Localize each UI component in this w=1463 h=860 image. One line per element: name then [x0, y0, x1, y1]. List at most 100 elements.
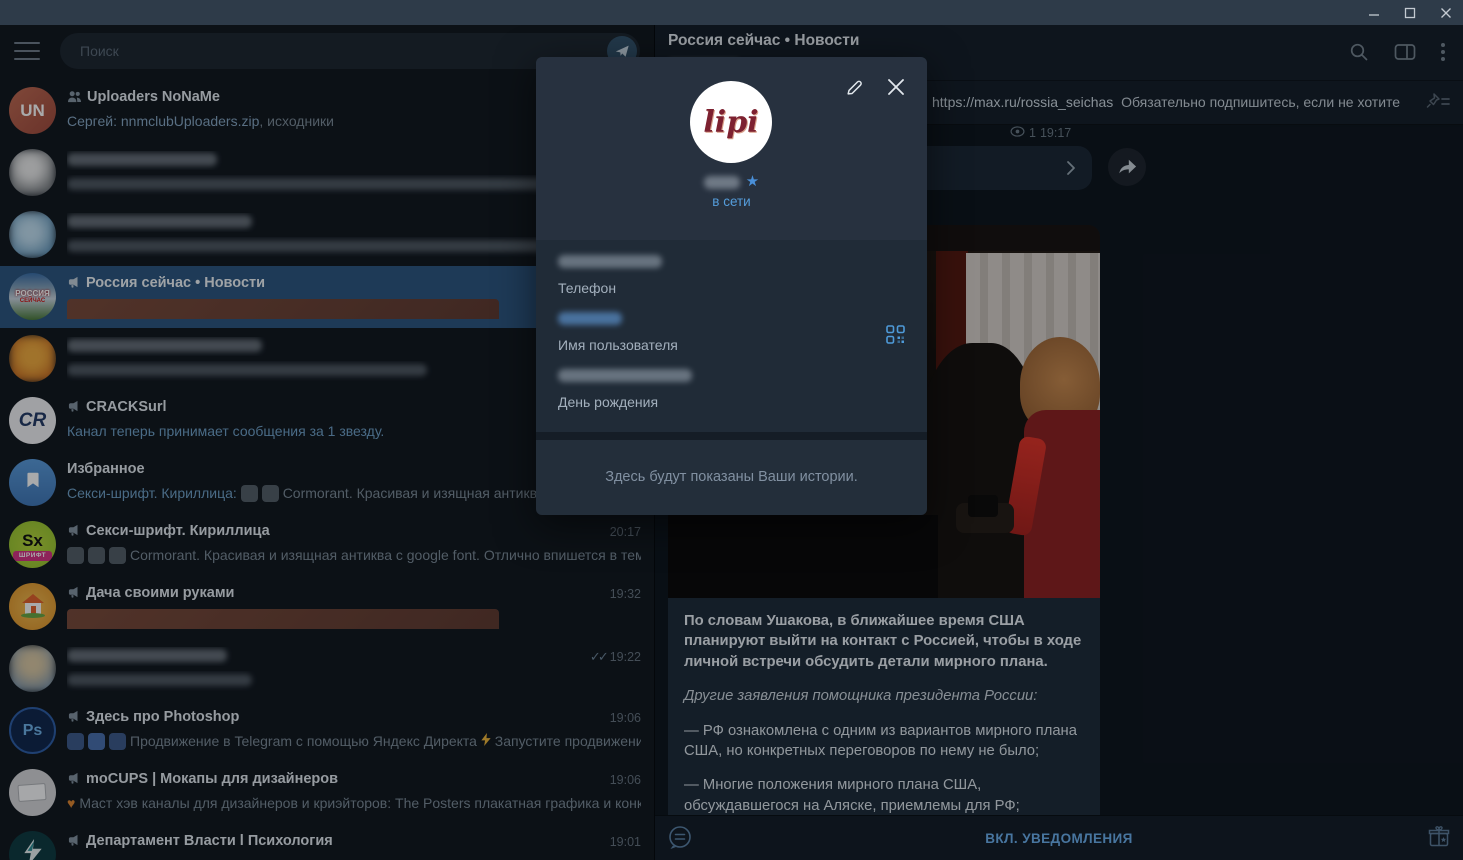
avatar	[9, 831, 56, 860]
chat-preview: Сергей: nnmclubUploaders.zip	[67, 113, 260, 129]
chat-title: Россия сейчас • Новости	[668, 32, 860, 49]
profile-avatar[interactable]: lipi	[690, 81, 772, 163]
views-count: 1	[1029, 126, 1036, 140]
online-status: в сети	[712, 194, 751, 209]
chat-name: Россия сейчас • Новости	[86, 275, 266, 291]
qr-code-icon[interactable]	[886, 325, 905, 349]
post-paragraph: — Многие положения мирного плана США, об…	[684, 777, 1020, 814]
birthday-value-blurred	[558, 369, 692, 383]
unmute-button[interactable]: ВКЛ. УВЕДОМЛЕНИЯ	[655, 816, 1463, 860]
maximize-button[interactable]	[1393, 0, 1427, 25]
chat-list-item-blurred-4[interactable]: ✓✓ 19:22	[0, 638, 654, 700]
chat-preview: Cormorant. Красивая и изящная антиква с …	[130, 547, 641, 563]
section-divider	[536, 432, 927, 440]
birthday-field[interactable]: День рождения	[558, 367, 692, 410]
megaphone-icon	[67, 523, 81, 541]
username-label: Имя пользователя	[558, 337, 678, 353]
kebab-menu-icon[interactable]	[1431, 40, 1455, 64]
edit-profile-icon[interactable]	[841, 74, 867, 100]
avatar	[9, 149, 56, 196]
message-thumbnail	[67, 299, 499, 319]
blurred-name	[67, 152, 217, 166]
forward-button[interactable]	[1108, 148, 1146, 186]
telegram-window: UN Uploaders NoNaMe Сергей: nnmclubUploa…	[0, 0, 1463, 860]
search-input[interactable]	[78, 33, 518, 69]
megaphone-icon	[67, 709, 81, 727]
lightning-emoji	[481, 733, 491, 749]
chat-list-item-departament[interactable]: Департамент Власти l Психология 19:01	[0, 824, 654, 860]
avatar	[9, 459, 56, 506]
toggle-sidebar-icon[interactable]	[1393, 40, 1417, 64]
blurred-name	[67, 214, 252, 228]
orange-heart-emoji: ♥	[67, 795, 76, 811]
stories-hint: Здесь будут показаны Ваши истории.	[536, 440, 927, 515]
close-button[interactable]	[1429, 0, 1463, 25]
mockup-card-icon	[17, 783, 47, 802]
chat-list-item-dacha[interactable]: Дача своими руками Бюджетное аптечное ср…	[0, 576, 654, 638]
search-icon[interactable]	[1347, 40, 1371, 64]
megaphone-icon	[67, 275, 81, 293]
chat-list-item-photoshop[interactable]: Ps Здесь про Photoshop Продвижение в Tel…	[0, 700, 654, 762]
chat-preview: Продвижение в Telegram с помощью Яндекс …	[130, 733, 477, 749]
house-icon	[19, 590, 47, 623]
avatar	[9, 645, 56, 692]
megaphone-icon	[67, 585, 81, 603]
post-paragraph: По словам Ушакова, в ближайшее время США…	[684, 613, 1082, 670]
profile-modal: lipi ★ в сети Телефон Имя пользователя Д…	[536, 57, 927, 515]
channel-footer: ВКЛ. УВЕДОМЛЕНИЯ	[655, 815, 1463, 860]
blurred-preview	[67, 674, 252, 687]
message-thumbnail	[240, 485, 258, 502]
chat-name: Департамент Власти l Психология	[86, 833, 333, 849]
chat-name: Избранное	[67, 461, 145, 477]
profile-fields: Телефон Имя пользователя День рождения	[536, 240, 927, 432]
avatar: Ps	[9, 707, 56, 754]
post-text: По словам Ушакова, в ближайшее время США…	[668, 598, 1100, 833]
pinned-text: Обязательно подпишитесь, если не хотите …	[1121, 94, 1402, 110]
chevron-right-icon	[1066, 160, 1076, 181]
chat-preview: Cormorant. Красивая и изящная антикв	[282, 485, 538, 501]
pinned-list-icon[interactable]	[1425, 91, 1451, 120]
message-time: 19:17	[1039, 126, 1072, 140]
views-eye-icon	[1010, 126, 1025, 140]
discussion-icon[interactable]	[665, 823, 695, 858]
avatar	[9, 211, 56, 258]
avatar: UN	[9, 87, 56, 134]
megaphone-icon	[67, 771, 81, 789]
phone-field[interactable]: Телефон	[558, 253, 662, 296]
avatar	[9, 583, 56, 630]
blurred-preview	[67, 178, 562, 191]
blurred-name	[67, 338, 262, 352]
bookmark-icon	[23, 470, 43, 495]
avatar: РОССИЯ СЕЙЧАС	[9, 273, 56, 320]
post-paragraph: — РФ ознакомлена с одним из вариантов ми…	[684, 722, 1077, 760]
chat-list-item-mocups[interactable]: moCUPS | Мокапы для дизайнеров ♥ Маст хэв…	[0, 762, 654, 824]
chat-name: Здесь про Photoshop	[86, 709, 240, 725]
forward-source: Секси-шрифт. Кириллица:	[67, 485, 237, 501]
blurred-preview	[67, 240, 587, 253]
avatar	[9, 769, 56, 816]
message-thumbnail	[261, 485, 279, 502]
minimize-button[interactable]	[1357, 0, 1391, 25]
blurred-preview	[67, 364, 427, 377]
username-field[interactable]: Имя пользователя	[558, 310, 678, 353]
megaphone-icon	[67, 833, 81, 851]
premium-star-icon: ★	[745, 173, 760, 190]
close-icon[interactable]	[883, 74, 909, 100]
menu-icon[interactable]	[14, 42, 40, 62]
blurred-name	[67, 648, 227, 662]
phone-value-blurred	[558, 255, 662, 269]
chat-time: 19:06	[609, 711, 641, 725]
read-checks-icon: ✓✓	[589, 649, 609, 664]
profile-name-blurred	[703, 176, 740, 190]
chat-time: 19:01	[609, 835, 641, 849]
username-value-blurred	[558, 312, 622, 326]
pinned-link[interactable]: https://max.ru/rossia_seichas	[932, 94, 1113, 110]
avatar	[9, 335, 56, 382]
chat-list-item-sexyfont[interactable]: Sx ШРИФТ Секси-шрифт. Кириллица Cormorant…	[0, 514, 654, 576]
post-paragraph: Другие заявления помощника президента Ро…	[684, 688, 1038, 705]
chat-time: 19:32	[609, 587, 641, 601]
megaphone-icon	[67, 399, 81, 417]
group-icon	[67, 90, 82, 107]
gift-icon[interactable]	[1427, 825, 1451, 854]
chat-name: Секси-шрифт. Кириллица	[86, 523, 270, 539]
